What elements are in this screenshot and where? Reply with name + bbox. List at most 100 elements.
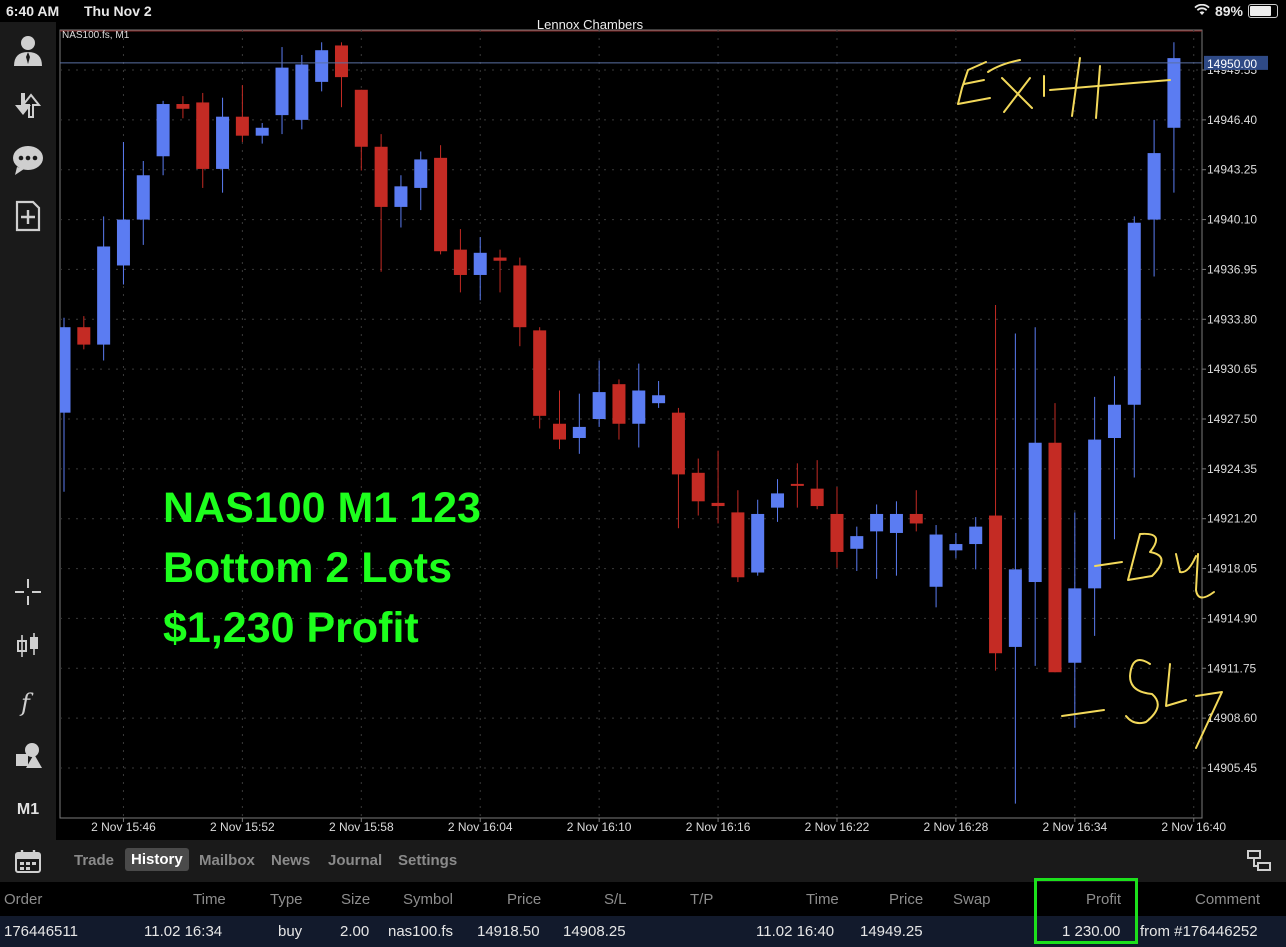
candle-body — [60, 327, 71, 413]
row-time-close: 11.02 16:40 — [756, 923, 835, 940]
candle-body — [136, 175, 150, 220]
account-name: Lennox Chambers — [536, 17, 644, 32]
row-sl: 14908.25 — [563, 923, 626, 940]
candle-body — [1068, 588, 1082, 663]
candle-body — [751, 513, 765, 573]
col-symbol: Symbol — [403, 891, 454, 908]
indicator-f-icon[interactable]: f — [8, 684, 48, 720]
candle-body — [1147, 153, 1161, 220]
candle-body — [77, 327, 91, 345]
x-tick-label: 2 Nov 16:16 — [686, 820, 751, 834]
y-tick-label: 14914.90 — [1207, 611, 1257, 625]
calendar-icon[interactable] — [14, 848, 42, 879]
candle-body — [711, 502, 725, 507]
y-tick-label: 14940.10 — [1207, 213, 1257, 227]
exit-handwriting — [957, 97, 991, 105]
candle-body — [671, 412, 685, 475]
candle-body — [1167, 58, 1181, 128]
tab-trade[interactable]: Trade — [74, 852, 114, 869]
tab-journal[interactable]: Journal — [328, 852, 382, 869]
trade-icon[interactable] — [8, 86, 48, 122]
candle-body — [1028, 442, 1042, 583]
candle-body — [572, 426, 586, 438]
candle-body — [731, 512, 745, 578]
bottom-tab-bar: Trade History Mailbox News Journal Setti… — [0, 840, 1286, 882]
candle-body — [929, 534, 943, 587]
candle-body — [196, 102, 210, 169]
plot-frame — [59, 29, 1203, 819]
candle-body — [275, 67, 289, 116]
exit-handwriting — [1001, 77, 1033, 113]
candle-body — [116, 219, 130, 266]
x-tick-label: 2 Nov 16:28 — [924, 820, 989, 834]
chart-symbol-label: NAS100.fs, M1 — [62, 30, 130, 41]
sl-handwriting — [1125, 659, 1159, 725]
candle-body — [830, 513, 844, 552]
col-price-open: Price — [507, 891, 542, 908]
exit-handwriting — [1095, 65, 1101, 119]
overlay-line-2: Bottom 2 Lots — [163, 544, 453, 592]
col-time-open: Time — [193, 891, 226, 908]
candle-body — [97, 246, 111, 345]
chat-icon[interactable] — [8, 142, 48, 178]
candle-body — [553, 423, 566, 440]
candle-body — [632, 390, 646, 424]
exit-handwriting — [1049, 79, 1171, 91]
x-tick-label: 2 Nov 16:40 — [1161, 820, 1226, 834]
overlay-line-3: $1,230 Profit — [163, 604, 419, 652]
candle-body — [691, 472, 705, 502]
candle-body — [810, 488, 824, 507]
crosshair-icon[interactable] — [8, 574, 48, 610]
candle-body — [414, 159, 428, 188]
y-tick-label: 14908.60 — [1207, 711, 1257, 725]
y-tick-label: 14918.05 — [1207, 562, 1257, 576]
objects-icon[interactable] — [8, 738, 48, 774]
candle-body — [473, 252, 487, 275]
candle-body — [850, 536, 864, 549]
candle-body — [989, 515, 1003, 654]
left-toolbar: f M1 — [0, 22, 56, 840]
col-comment: Comment — [1195, 891, 1261, 908]
timeframe-button[interactable]: M1 — [8, 792, 48, 828]
candles-icon[interactable] — [8, 628, 48, 664]
candle-body — [1127, 222, 1141, 405]
tab-history[interactable]: History — [125, 848, 189, 871]
candle-body — [592, 392, 606, 419]
layout-icon[interactable] — [1246, 848, 1272, 879]
svg-text:f: f — [19, 689, 34, 717]
candle-body — [1048, 442, 1062, 673]
col-size: Size — [341, 891, 371, 908]
price-chart[interactable]: 14949.5514946.4014943.2514940.1014936.95… — [0, 0, 1286, 840]
candle-body — [235, 116, 249, 136]
tab-mailbox[interactable]: Mailbox — [199, 852, 255, 869]
profit-highlight-box — [1034, 878, 1138, 944]
candle-body — [334, 45, 348, 78]
x-tick-label: 2 Nov 15:46 — [91, 820, 156, 834]
candle-body — [315, 50, 329, 82]
buy-handwriting — [1175, 553, 1215, 599]
tab-news[interactable]: News — [271, 852, 310, 869]
account-icon[interactable] — [8, 32, 48, 68]
candle-body — [969, 526, 983, 545]
candle-body — [652, 395, 666, 404]
candle-body — [156, 104, 170, 157]
col-tp: T/P — [690, 891, 714, 908]
candle-body — [176, 104, 190, 109]
row-price-close: 14949.25 — [860, 923, 923, 940]
col-order: Order — [4, 891, 43, 908]
new-document-icon[interactable] — [8, 198, 48, 234]
y-tick-label: 14930.65 — [1207, 362, 1257, 376]
buy-handwriting — [1127, 532, 1163, 581]
tab-settings[interactable]: Settings — [398, 852, 457, 869]
row-order: 176446511 — [4, 923, 78, 940]
row-time-open: 11.02 16:34 — [144, 923, 223, 940]
y-tick-label: 14946.40 — [1207, 113, 1257, 127]
candle-body — [612, 384, 626, 424]
col-price-close: Price — [889, 891, 924, 908]
y-tick-label: 14936.95 — [1207, 262, 1257, 276]
candle-body — [394, 186, 408, 207]
candle-body — [255, 127, 269, 136]
current-price-label: 14950.00 — [1207, 57, 1257, 71]
col-sl: S/L — [604, 891, 627, 908]
y-tick-label: 14911.75 — [1207, 661, 1256, 675]
